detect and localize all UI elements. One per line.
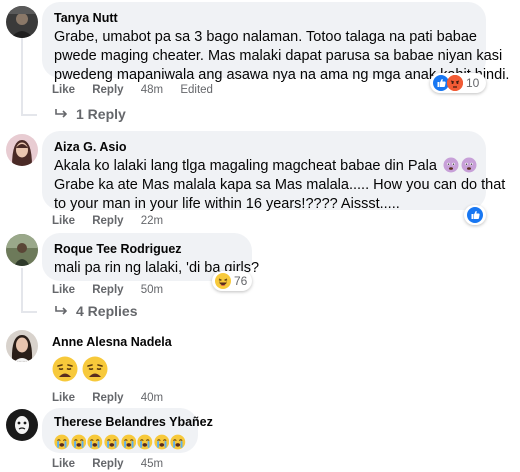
- like-button[interactable]: Like: [52, 215, 75, 227]
- replies-label: 1 Reply: [76, 106, 126, 122]
- comment-actions: Like Reply 22m: [52, 213, 177, 229]
- reaction-count: 76: [234, 274, 248, 288]
- crying-face-emoji: [104, 434, 120, 450]
- timestamp[interactable]: 45m: [141, 458, 163, 470]
- comment-actions: Like Reply 40m: [52, 390, 177, 406]
- timestamp[interactable]: 48m: [141, 84, 163, 96]
- reply-arrow-icon: [52, 105, 70, 123]
- reply-button[interactable]: Reply: [92, 215, 123, 227]
- like-button[interactable]: Like: [52, 458, 75, 470]
- crying-face-emoji: [71, 434, 86, 450]
- comment-line: to your man in your life within 16 years…: [54, 196, 400, 212]
- reply-arrow-icon: [52, 302, 70, 320]
- avatar[interactable]: [6, 409, 38, 441]
- reaction-summary[interactable]: [464, 205, 486, 225]
- thread-line: [21, 38, 23, 116]
- comment-bubble: Aiza G. Asio Akala ko lalaki lang tlga m…: [42, 131, 505, 212]
- thread-connector: [21, 114, 37, 116]
- crying-face-emoji: [54, 434, 70, 450]
- reply-button[interactable]: Reply: [92, 284, 123, 296]
- reaction-count: 10: [466, 76, 480, 90]
- timestamp[interactable]: 40m: [141, 392, 163, 404]
- comment-bubble: Tanya Nutt Grabe, umabot pa sa 3 bago na…: [42, 2, 509, 83]
- timestamp[interactable]: 22m: [141, 215, 163, 227]
- avatar[interactable]: [6, 330, 38, 362]
- avatar[interactable]: [6, 234, 38, 266]
- crying-face-emoji: [120, 434, 136, 450]
- anxious-face-emoji: [443, 157, 459, 173]
- thread-connector: [21, 311, 37, 313]
- comment-line: Grabe, umabot pa sa 3 bago nalaman. Toto…: [54, 29, 477, 45]
- weary-face-emoji: [52, 356, 78, 382]
- reply-button[interactable]: Reply: [92, 458, 123, 470]
- comment-line: pwede maging cheater. Mas malaki dapat p…: [54, 48, 503, 64]
- comment-line: Akala ko lalaki lang tlga magaling magch…: [54, 157, 477, 176]
- comment-text: mali pa rin ng lalaki, 'di ba girls?: [54, 259, 260, 278]
- thread-line: [21, 268, 23, 313]
- reply-button[interactable]: Reply: [92, 84, 123, 96]
- crying-face-emoji: [170, 434, 186, 450]
- haha-reaction-icon: [215, 273, 231, 289]
- comment-text: Akala ko lalaki lang tlga magaling magch…: [54, 157, 506, 214]
- reaction-summary[interactable]: 76: [212, 271, 252, 291]
- avatar[interactable]: [6, 6, 38, 38]
- comment-author[interactable]: Aiza G. Asio: [54, 139, 474, 155]
- comment-author[interactable]: Tanya Nutt: [54, 10, 474, 26]
- comment-line: Grabe ka ate Mas malala kapa sa Mas mala…: [54, 177, 506, 193]
- comment-line: mali pa rin ng lalaki, 'di ba girls?: [54, 260, 260, 276]
- avatar[interactable]: [6, 134, 38, 166]
- reaction-summary[interactable]: 10: [430, 73, 486, 93]
- crying-face-emoji: [87, 434, 103, 450]
- comment-bubble: Therese Belandres Ybañez: [42, 408, 213, 453]
- like-button[interactable]: Like: [52, 392, 75, 404]
- anxious-face-emoji: [461, 157, 477, 173]
- like-button[interactable]: Like: [52, 284, 75, 296]
- weary-face-emoji: [82, 356, 108, 382]
- emoji-message: [54, 434, 186, 450]
- like-button[interactable]: Like: [52, 84, 75, 96]
- like-reaction-icon: [467, 207, 483, 223]
- angry-reaction-icon: [447, 75, 463, 91]
- emoji-message: [52, 356, 172, 382]
- reply-button[interactable]: Reply: [92, 392, 123, 404]
- comment-author[interactable]: Anne Alesna Nadela: [52, 334, 172, 350]
- edited-label: Edited: [180, 84, 213, 96]
- comment-author[interactable]: Roque Tee Rodriguez: [54, 241, 240, 257]
- comment-line-text: Akala ko lalaki lang tlga magaling magch…: [54, 158, 437, 174]
- comment-author[interactable]: Therese Belandres Ybañez: [54, 414, 213, 430]
- crying-face-emoji: [154, 434, 169, 450]
- view-replies-button[interactable]: 1 Reply: [52, 105, 126, 123]
- comment-actions: Like Reply 48m Edited: [52, 82, 227, 98]
- comment-text: Grabe, umabot pa sa 3 bago nalaman. Toto…: [54, 28, 509, 85]
- comment-content: Anne Alesna Nadela: [52, 334, 172, 382]
- crying-face-emoji: [137, 434, 153, 450]
- comment-actions: Like Reply 50m: [52, 282, 177, 298]
- view-replies-button[interactable]: 4 Replies: [52, 302, 137, 320]
- comment-actions: Like Reply 45m: [52, 456, 177, 472]
- timestamp[interactable]: 50m: [141, 284, 163, 296]
- replies-label: 4 Replies: [76, 303, 138, 319]
